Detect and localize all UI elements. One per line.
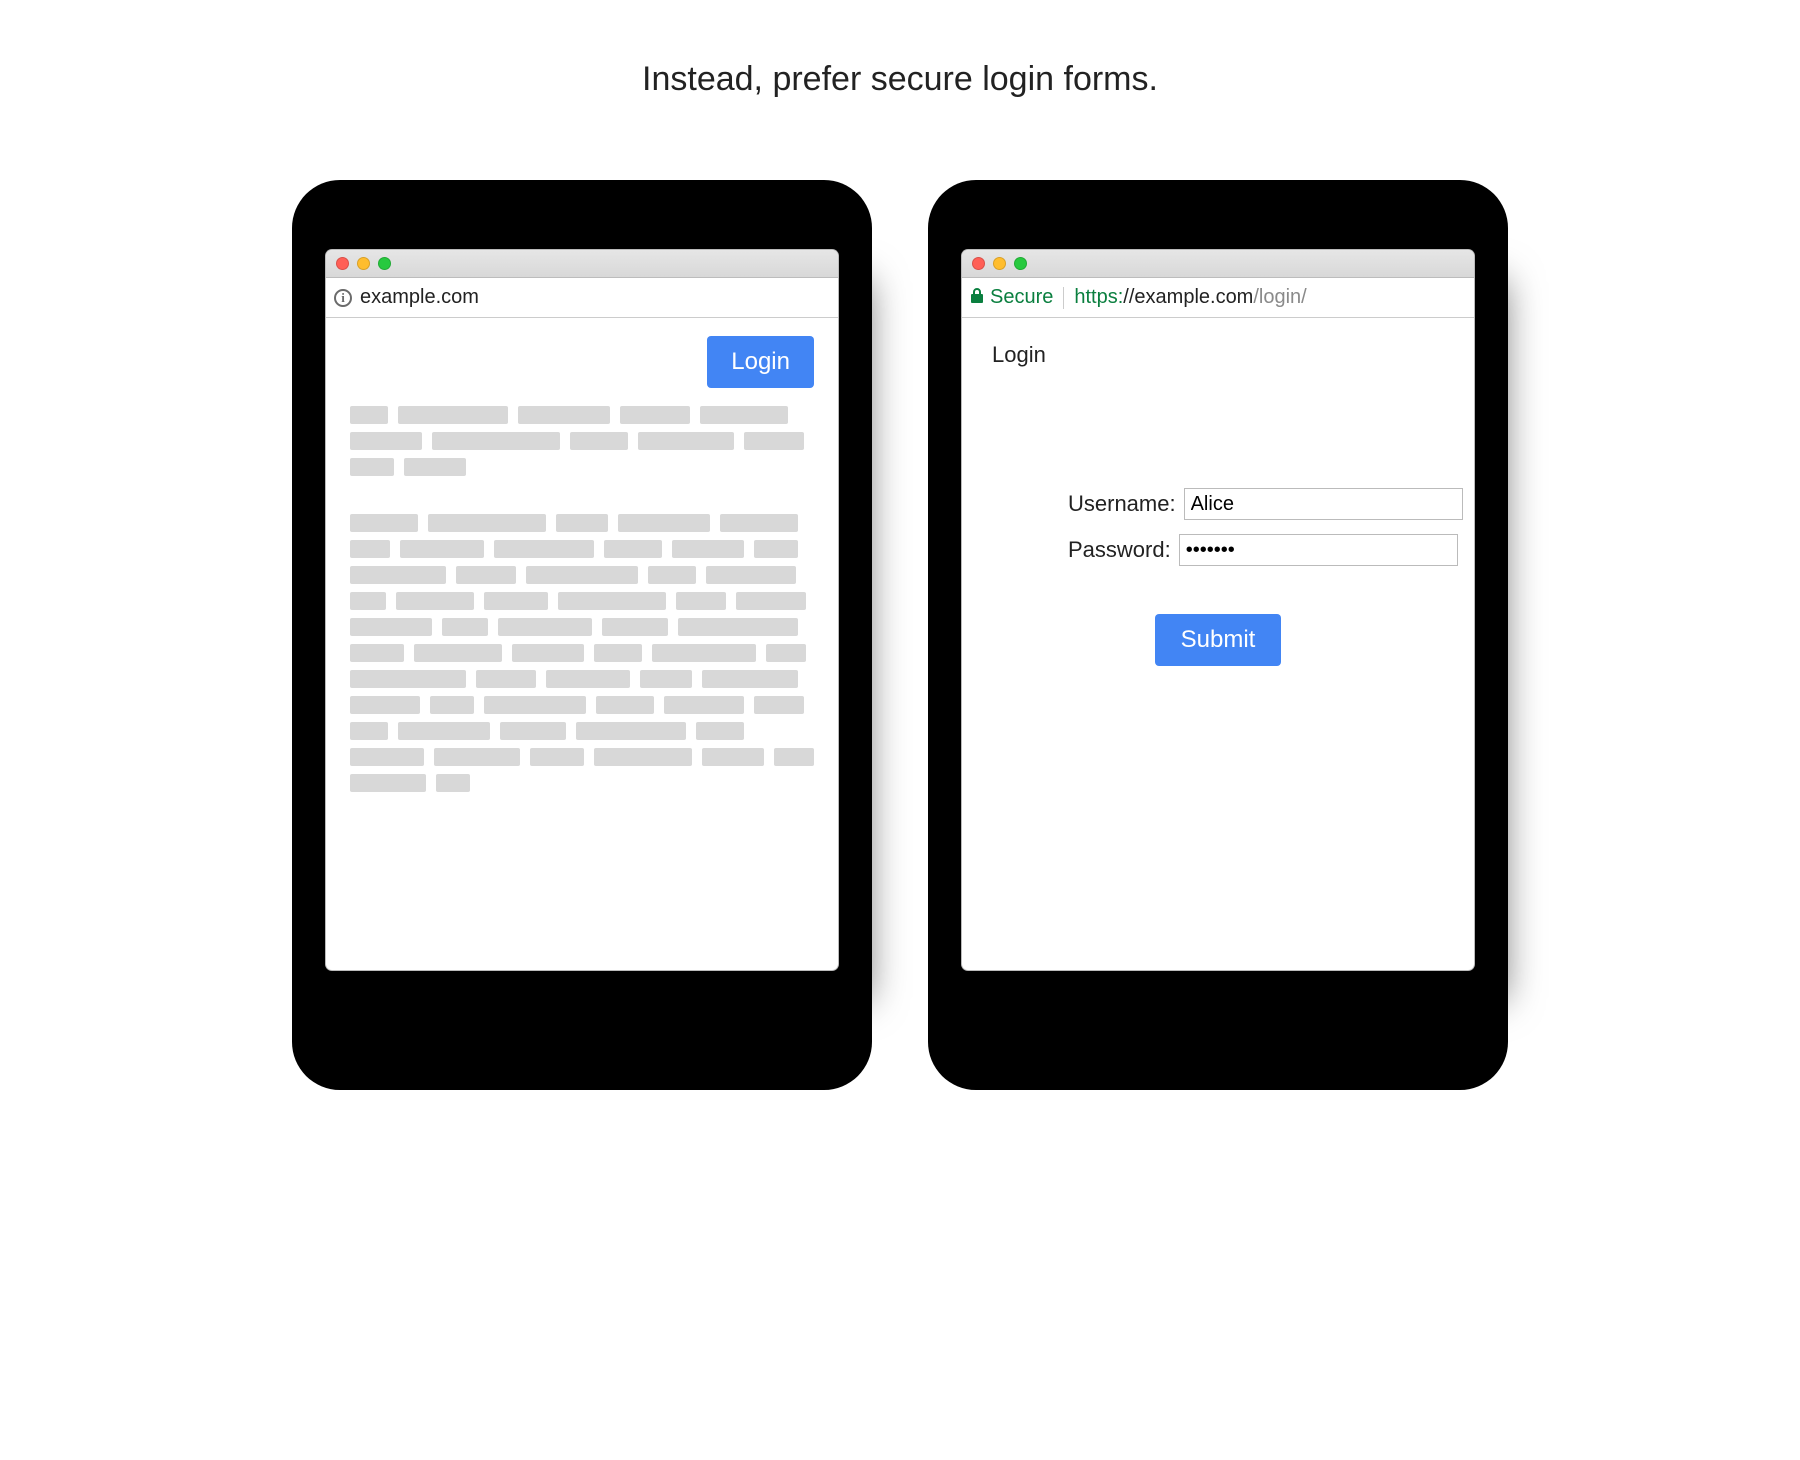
lock-icon[interactable] xyxy=(970,287,984,308)
device-frame-secure: Secure https://example.com/login/ Login … xyxy=(928,180,1508,1090)
close-icon[interactable] xyxy=(972,257,985,270)
address-text: example.com xyxy=(360,286,479,309)
placeholder-text xyxy=(350,406,814,792)
login-button[interactable]: Login xyxy=(707,336,814,388)
maximize-icon[interactable] xyxy=(378,257,391,270)
window-titlebar xyxy=(962,250,1474,278)
page-title: Login xyxy=(992,342,1450,368)
address-bar[interactable]: i example.com xyxy=(326,278,838,318)
browser-window-insecure: i example.com Login xyxy=(326,250,838,970)
minimize-icon[interactable] xyxy=(993,257,1006,270)
username-label: Username: xyxy=(1068,491,1176,517)
info-icon[interactable]: i xyxy=(334,289,352,307)
password-label: Password: xyxy=(1068,537,1171,563)
login-form: Username: Password: Submit xyxy=(1068,488,1368,666)
address-url: https://example.com/login/ xyxy=(1074,286,1306,309)
maximize-icon[interactable] xyxy=(1014,257,1027,270)
url-host: //example.com xyxy=(1123,286,1253,308)
url-path: /login/ xyxy=(1253,286,1306,308)
submit-button[interactable]: Submit xyxy=(1155,614,1282,666)
password-field[interactable] xyxy=(1179,534,1458,566)
device-frame-insecure: i example.com Login xyxy=(292,180,872,1090)
page-content: Login Username: Password: Submit xyxy=(962,318,1474,970)
page-content: Login xyxy=(326,318,838,970)
close-icon[interactable] xyxy=(336,257,349,270)
url-protocol: https: xyxy=(1074,286,1123,308)
window-titlebar xyxy=(326,250,838,278)
secure-label: Secure xyxy=(990,286,1053,309)
headline-text: Instead, prefer secure login forms. xyxy=(250,60,1550,99)
address-separator xyxy=(1063,287,1064,309)
minimize-icon[interactable] xyxy=(357,257,370,270)
username-field[interactable] xyxy=(1184,488,1463,520)
address-bar[interactable]: Secure https://example.com/login/ xyxy=(962,278,1474,318)
browser-window-secure: Secure https://example.com/login/ Login … xyxy=(962,250,1474,970)
